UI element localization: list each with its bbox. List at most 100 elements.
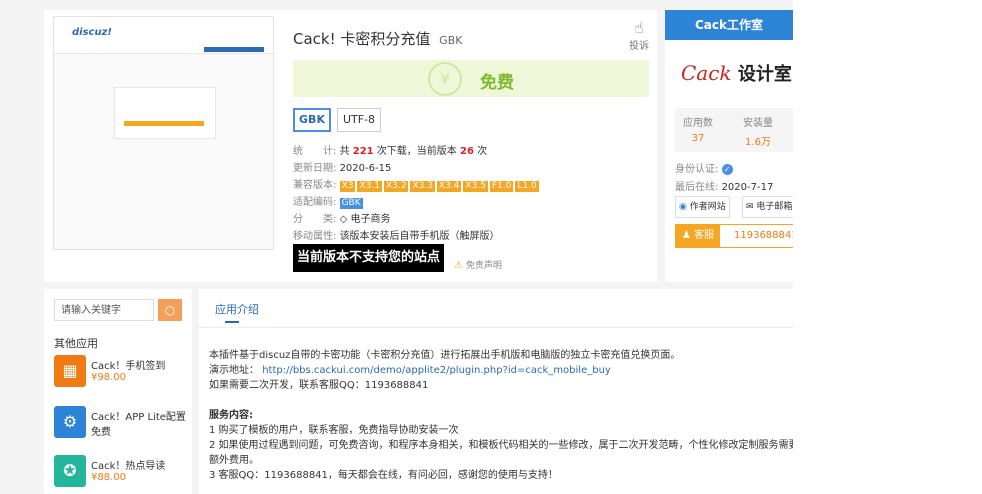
- compat-tag: L1.0: [515, 181, 539, 192]
- preview-nav-bar: [204, 47, 264, 52]
- app-price: ¥98.00: [91, 372, 126, 383]
- author-card: Cack工作室 Cack 设计室 应用数 37 安装量 1.6万 身份认证: ✓…: [665, 10, 793, 282]
- downloads-total: 221: [352, 146, 374, 157]
- mobile-value: 该版本安装后自带手机版（触屏版）: [339, 231, 500, 242]
- hand-icon: ☝: [634, 18, 644, 37]
- demo-link[interactable]: http://bbs.cackui.com/demo/applite2/plug…: [262, 365, 611, 376]
- tag-icon: ◇: [339, 214, 348, 225]
- author-website-button[interactable]: ◉ 作者网站: [675, 196, 730, 218]
- author-logo-script: Cack: [681, 61, 732, 85]
- apps-label: 应用数: [683, 118, 713, 129]
- tab-divider: [199, 327, 793, 328]
- app-name: Cack！APP Lite配置: [91, 412, 186, 423]
- author-logo-cn: 设计室: [737, 64, 792, 85]
- compat-tag: X3.2: [383, 181, 409, 192]
- plugin-preview-image[interactable]: discuz!: [53, 16, 274, 250]
- verified-icon: ✓: [721, 164, 733, 175]
- mobile-label: 移动属性:: [293, 231, 337, 242]
- service-title: 服务内容:: [209, 410, 253, 421]
- search-icon: ○: [164, 303, 176, 317]
- globe-icon: ◉: [679, 202, 687, 212]
- updated-row: 更新日期: 2020-6-15: [293, 159, 391, 174]
- demo-label: 演示地址：: [209, 365, 259, 376]
- intro-line: 本插件基于discuz自带的卡密功能（卡密积分充值）进行拓展出手机版和电脑版的独…: [209, 350, 681, 361]
- apps-value: 37: [691, 133, 705, 144]
- page-background-right: [793, 0, 982, 494]
- intro-line: 如果需要二次开发，联系客服QQ：1193688841: [209, 380, 429, 391]
- plugin-detail-card: discuz! Cack! 卡密积分充值 GBK ☝ 投诉 ¥ 免费 GBK U…: [44, 10, 657, 282]
- compat-tag: X3.5: [463, 181, 488, 192]
- compat-tag: X3: [339, 181, 356, 192]
- online-label: 最后在线:: [675, 182, 719, 193]
- plugin-title-encoding: GBK: [439, 34, 463, 47]
- compat-row: 兼容版本: X3 X3.1 X3.2 X3.3 X3.4 X3.5 F1.0 L1.0: [293, 176, 541, 192]
- report-label: 投诉: [629, 41, 649, 52]
- encoding-gbk-button[interactable]: GBK: [293, 108, 331, 132]
- app-item[interactable]: ⚙ Cack！APP Lite配置 免费: [54, 406, 192, 438]
- warning-icon: ⚠: [454, 260, 463, 271]
- downloads-current: 26: [460, 146, 474, 157]
- updated-label: 更新日期:: [293, 163, 337, 174]
- author-logo: Cack 设计室: [681, 60, 792, 86]
- preview-submit-bar: [124, 121, 204, 126]
- tab-active-indicator: [225, 321, 239, 323]
- encoding-row: 适配编码: GBK: [293, 193, 365, 209]
- author-email-button[interactable]: ✉ 电子邮箱: [742, 196, 793, 218]
- disclaimer-link[interactable]: ⚠ 免责声明: [454, 258, 502, 271]
- stats-mid: 次下载，当前版本: [376, 146, 457, 157]
- price-text: 免费: [480, 73, 514, 93]
- plugin-title-text: Cack! 卡密积分充值: [293, 30, 431, 48]
- gear-icon: ⚙: [54, 406, 86, 438]
- compat-label: 兼容版本:: [293, 180, 337, 191]
- unsupported-notice: 当前版本不支持您的站点: [293, 244, 444, 272]
- author-name[interactable]: Cack工作室: [665, 10, 793, 40]
- intro-card: 应用介绍 本插件基于discuz自带的卡密功能（卡密积分充值）进行拓展出手机版和…: [199, 289, 793, 494]
- compat-tag: F1.0: [489, 181, 514, 192]
- stats-suffix: 次: [477, 146, 488, 157]
- encoding-tag: GBK: [339, 198, 363, 209]
- yen-icon: ¥: [428, 62, 462, 96]
- disclaimer-text: 免责声明: [465, 261, 502, 271]
- service-item: 1 购买了模板的用户，联系客服，免费指导协助安装一次: [209, 425, 459, 436]
- installs-value: 1.6万: [745, 137, 771, 148]
- other-apps-title: 其他应用: [54, 337, 98, 350]
- compat-tag: X3.4: [436, 181, 462, 192]
- service-qq: 1193688841: [734, 230, 793, 241]
- service-text: 客服: [694, 230, 715, 241]
- plugin-title: Cack! 卡密积分充值 GBK: [293, 28, 462, 49]
- customer-service-button[interactable]: ♟ 客服 1193688841: [675, 224, 793, 248]
- preview-topbar: discuz!: [54, 17, 273, 54]
- online-value: 2020-7-17: [721, 182, 774, 193]
- encoding-utf8-button[interactable]: UTF-8: [337, 108, 381, 132]
- app-name: Cack！手机签到: [91, 361, 166, 372]
- intro-demo-line: 演示地址： http://bbs.cackui.com/demo/applite…: [209, 361, 611, 376]
- tab-intro[interactable]: 应用介绍: [215, 301, 259, 317]
- installs-label: 安装量: [743, 118, 773, 129]
- online-row: 最后在线: 2020-7-17: [675, 178, 773, 193]
- search-button[interactable]: ○: [158, 299, 182, 321]
- author-stats: 应用数 37 安装量 1.6万: [675, 108, 793, 152]
- compass-icon: ✪: [54, 455, 86, 487]
- calendar-icon: ▦: [54, 355, 86, 387]
- stats-label: 统 计:: [293, 146, 337, 157]
- price-banner: ¥ 免费: [293, 60, 649, 97]
- app-price: ¥88.00: [91, 472, 126, 483]
- report-button[interactable]: ☝ 投诉: [628, 18, 650, 52]
- app-item[interactable]: ▦ Cack！手机签到 ¥98.00: [54, 355, 192, 387]
- stats-row: 统 计: 共 221 次下载，当前版本 26 次: [293, 142, 487, 157]
- service-item: 2 如果使用过程遇到问题，可免费咨询，和程序本身相关，和模板代码相关的一些修改，…: [209, 440, 793, 451]
- updated-value: 2020-6-15: [339, 163, 392, 174]
- email-label: 电子邮箱: [756, 202, 793, 212]
- compat-tag: X3.1: [357, 181, 382, 192]
- preview-form-box: [114, 87, 216, 139]
- category-link[interactable]: 电子商务: [350, 214, 390, 225]
- verify-label: 身份认证:: [675, 164, 719, 175]
- sidebar-card: 请输入关键字 ○ 其他应用 ▦ Cack！手机签到 ¥98.00 ⚙ Cack！…: [44, 289, 192, 494]
- search-input[interactable]: 请输入关键字: [54, 299, 154, 321]
- mobile-row: 移动属性: 该版本安装后自带手机版（触屏版）: [293, 227, 500, 242]
- compat-tag: X3.3: [410, 181, 435, 192]
- installs-stat: 安装量 1.6万: [743, 114, 773, 148]
- encoding-label: 适配编码:: [293, 197, 337, 208]
- app-item[interactable]: ✪ Cack！热点导读 ¥88.00: [54, 455, 192, 487]
- service-item: 3 客服QQ：1193688841，每天都会在线，有问必回，感谢您的使用与支持！: [209, 470, 558, 481]
